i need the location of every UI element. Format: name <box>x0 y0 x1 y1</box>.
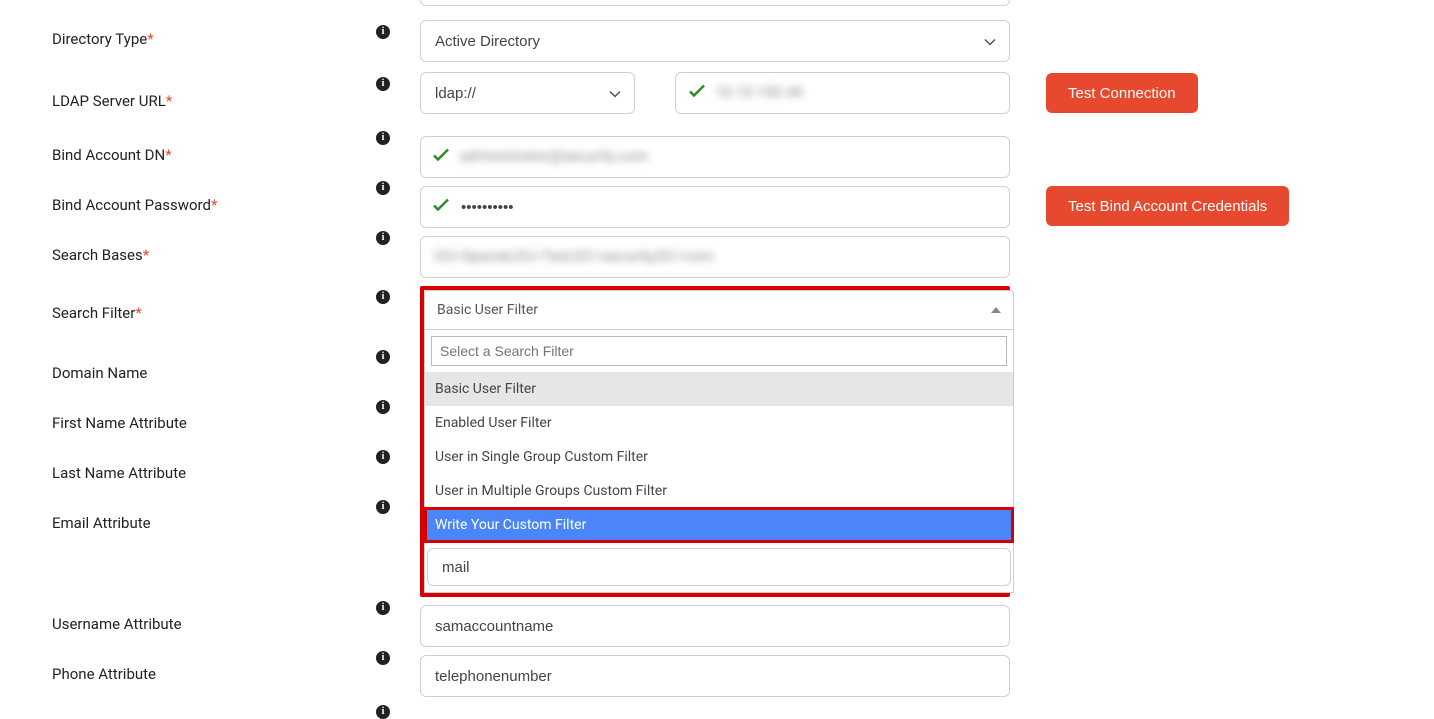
info-icon[interactable]: i <box>376 450 390 464</box>
search-filter-selected: Basic User Filter <box>437 302 538 318</box>
label-first-name: First Name Attribute <box>0 404 370 432</box>
phone-attribute-input[interactable] <box>420 655 1010 697</box>
test-bind-button[interactable]: Test Bind Account Credentials <box>1046 186 1289 226</box>
required-asterisk: * <box>165 146 171 164</box>
required-asterisk: * <box>147 30 153 48</box>
info-icon[interactable]: i <box>376 350 390 364</box>
required-asterisk: * <box>166 92 172 110</box>
label-email: Email Attribute <box>0 504 370 532</box>
label-bind-dn: Bind Account DN <box>52 146 165 164</box>
label-phone: Phone Attribute <box>52 665 156 683</box>
required-asterisk: * <box>135 304 141 322</box>
email-attribute-input[interactable] <box>427 548 1011 586</box>
dropdown-option[interactable]: User in Single Group Custom Filter <box>425 440 1013 474</box>
info-icon[interactable]: i <box>376 705 390 719</box>
info-icon[interactable]: i <box>376 400 390 414</box>
username-attribute-input[interactable] <box>420 605 1010 647</box>
dropdown-option[interactable]: Enabled User Filter <box>425 406 1013 440</box>
search-bases-blurred: OU=Special,OU=Test,DC=security,DC=com <box>434 247 714 265</box>
label-domain-name: Domain Name <box>0 354 370 382</box>
test-connection-button[interactable]: Test Connection <box>1046 73 1198 113</box>
directory-type-select[interactable] <box>420 20 1010 62</box>
dropdown-option[interactable]: User in Multiple Groups Custom Filter <box>425 474 1013 508</box>
chevron-up-icon <box>991 307 1001 313</box>
ldap-scheme-select[interactable] <box>420 72 635 114</box>
label-ldap-url: LDAP Server URL <box>52 92 166 110</box>
top-partial-input[interactable] <box>420 0 1010 6</box>
required-asterisk: * <box>143 246 149 264</box>
label-username: Username Attribute <box>52 615 182 633</box>
label-search-bases: Search Bases <box>52 246 143 264</box>
label-bind-pw: Bind Account Password <box>52 196 211 214</box>
dropdown-option[interactable]: Basic User Filter <box>425 372 1013 406</box>
required-asterisk: * <box>211 196 217 214</box>
search-filter-select[interactable]: Basic User Filter <box>424 290 1014 330</box>
label-search-filter: Search Filter <box>52 304 135 322</box>
bind-dn-blurred: administrator@security.com <box>460 147 648 165</box>
info-icon[interactable]: i <box>376 500 390 514</box>
dropdown-option-highlighted[interactable]: Write Your Custom Filter <box>425 508 1013 542</box>
bind-pw-input[interactable] <box>420 186 1010 228</box>
label-directory-type: Directory Type <box>52 30 147 48</box>
label-last-name: Last Name Attribute <box>0 454 370 482</box>
dropdown-search-input[interactable] <box>431 336 1007 366</box>
ldap-host-blurred: 10.10.100.44 <box>715 83 803 101</box>
